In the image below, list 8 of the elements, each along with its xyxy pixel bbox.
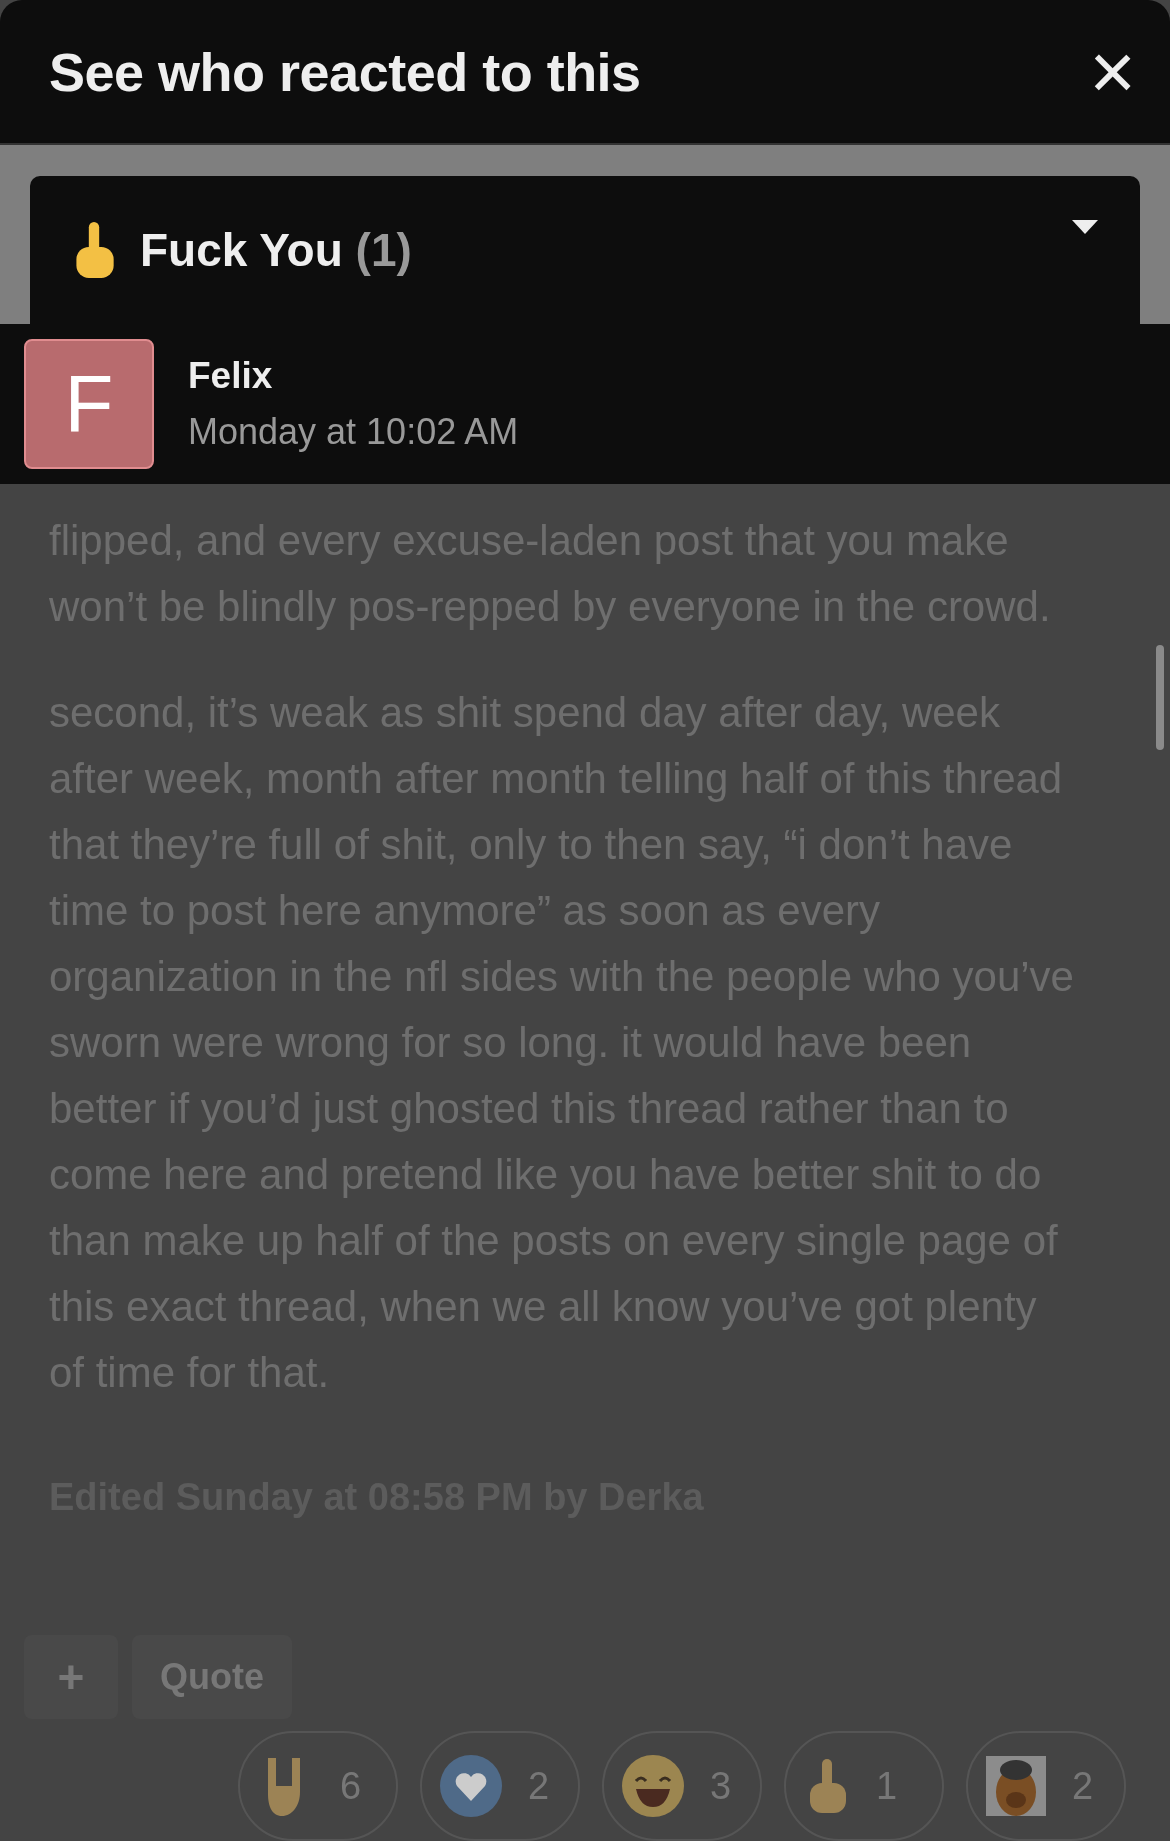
reaction-filter-dropdown[interactable]: Fuck You (1) [30, 176, 1140, 325]
avatar[interactable]: F [24, 339, 154, 470]
reaction-time: Monday at 10:02 AM [188, 411, 519, 454]
close-button[interactable]: × [1081, 31, 1144, 112]
user-name[interactable]: Felix [188, 355, 519, 398]
dialog-title: See who reacted to this [49, 40, 641, 103]
add-button[interactable]: + [24, 1635, 118, 1719]
reaction-label: Fuck You (1) [140, 223, 412, 278]
